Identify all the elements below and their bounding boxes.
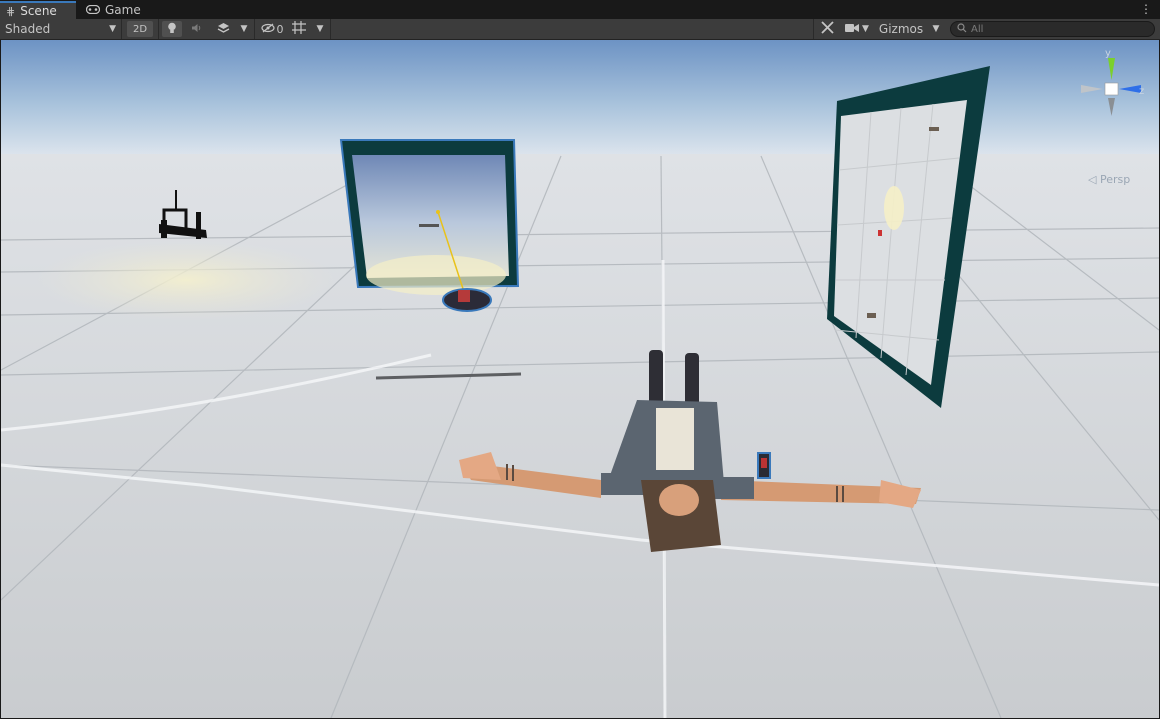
audio-toggle[interactable] [187,19,207,39]
hidden-count: 0 [276,22,284,36]
toggle-2d-label: 2D [132,23,148,35]
gizmos-label: Gizmos [878,22,924,36]
chevron-down-icon: ▼ [240,24,248,34]
search-placeholder: All [971,23,984,35]
eye-slash-icon [260,22,275,36]
toolbar-divider [158,19,159,39]
effects-toggle[interactable] [212,19,234,39]
gamepad-icon [85,4,101,17]
gizmo-z-label: z [1139,86,1144,97]
speaker-icon [191,22,203,36]
gizmo-y-label: y [1105,48,1111,59]
hidden-objects-toggle[interactable]: 0 [257,19,287,39]
toolbar-divider [813,19,814,39]
tab-game-label: Game [105,3,141,17]
toolbar-divider [254,19,255,39]
lightbulb-icon [167,22,177,37]
hierarchy-search-input[interactable]: All [950,21,1155,37]
camera-settings-button[interactable]: ▼ [842,19,872,39]
toggle-2d-button[interactable]: 2D [127,21,153,37]
grid-dropdown[interactable]: ▼ [312,19,328,39]
draw-mode-dropdown[interactable]: Shaded ▼ [0,19,122,39]
effects-dropdown[interactable]: ▼ [236,19,252,39]
camera-prop-small [442,288,492,312]
toolbar-divider [330,19,331,39]
grid-toggle[interactable] [288,19,310,39]
lighting-toggle[interactable] [162,21,182,37]
chevron-down-icon: ▼ [932,24,940,34]
tab-scene[interactable]: ⋕ Scene [0,1,76,19]
chevron-down-icon: ▼ [862,24,869,34]
tab-game[interactable]: Game [80,1,150,19]
chevron-down-icon: ▼ [109,24,116,34]
orientation-gizmo[interactable]: y z [1079,46,1149,126]
search-icon [957,22,967,36]
gizmos-dropdown[interactable]: ▼ [928,19,944,39]
scene-toolbar: Shaded ▼ 2D ▼ 0 ▼ ▼ Gizmos ▼ All [0,19,1160,40]
scene-render [1,40,1159,718]
editor-tab-bar: ⋕ Scene Game ⋮ [0,0,1160,19]
gizmos-button[interactable]: Gizmos [875,19,927,39]
projection-label[interactable]: ◁ Persp [1088,173,1130,186]
chevron-down-icon: ▼ [316,24,324,34]
draw-mode-label: Shaded [5,22,51,36]
tools-button[interactable] [816,19,838,39]
grid-icon: ⋕ [6,4,16,18]
monitor-left [339,139,520,299]
camera-icon [845,22,860,36]
scene-viewport[interactable]: y z ◁ Persp [1,40,1159,718]
more-options-icon[interactable]: ⋮ [1140,2,1152,16]
grid-snap-icon [292,21,306,37]
tools-icon [820,21,834,37]
layers-icon [217,22,230,37]
tab-scene-label: Scene [20,4,57,18]
